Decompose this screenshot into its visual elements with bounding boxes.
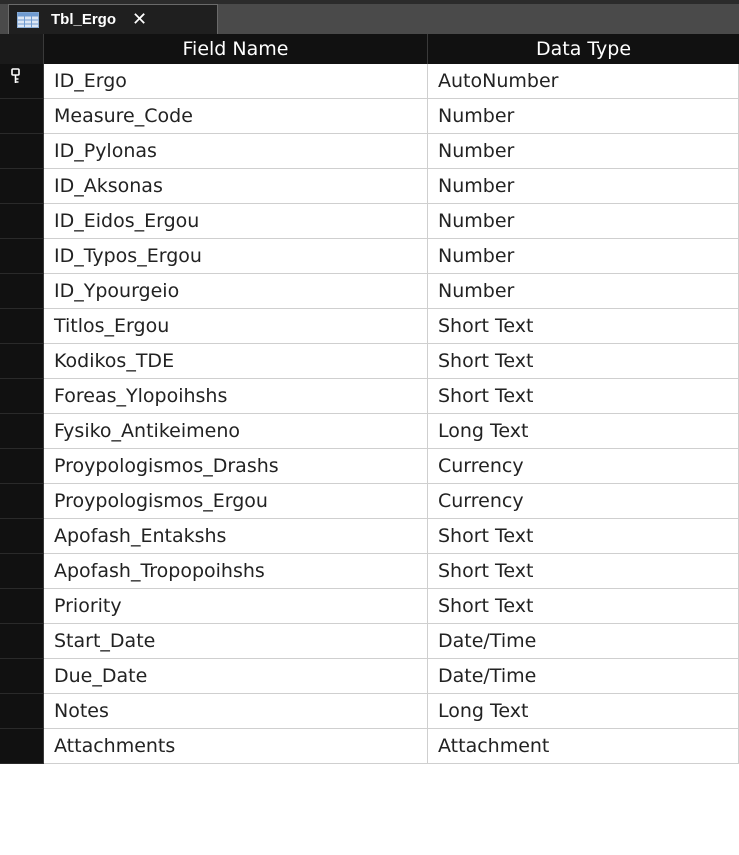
data-type-cell[interactable]: Short Text	[428, 379, 739, 414]
field-name-cell[interactable]: Measure_Code	[44, 99, 428, 134]
data-type-cell[interactable]: Short Text	[428, 519, 739, 554]
row-selector[interactable]	[0, 64, 44, 99]
table-icon	[17, 11, 39, 28]
field-name-cell[interactable]: ID_Eidos_Ergou	[44, 204, 428, 239]
row-selector[interactable]	[0, 239, 44, 274]
data-type-cell[interactable]: Currency	[428, 484, 739, 519]
table-row[interactable]: ID_Pylonas Number	[0, 134, 739, 169]
row-selector[interactable]	[0, 449, 44, 484]
table-row[interactable]: Due_Date Date/Time	[0, 659, 739, 694]
table-row[interactable]: Measure_Code Number	[0, 99, 739, 134]
table-row[interactable]: Fysiko_Antikeimeno Long Text	[0, 414, 739, 449]
column-header-field-name[interactable]: Field Name	[44, 34, 428, 64]
table-row[interactable]: ID_Eidos_Ergou Number	[0, 204, 739, 239]
data-type-cell[interactable]: Number	[428, 169, 739, 204]
field-name-cell[interactable]: Proypologismos_Ergou	[44, 484, 428, 519]
row-selector[interactable]	[0, 274, 44, 309]
grid-header-row: Field Name Data Type	[0, 34, 739, 64]
field-name-cell[interactable]: Attachments	[44, 729, 428, 764]
data-type-cell[interactable]: Short Text	[428, 589, 739, 624]
row-selector[interactable]	[0, 414, 44, 449]
field-name-cell[interactable]: Due_Date	[44, 659, 428, 694]
data-type-cell[interactable]: Date/Time	[428, 659, 739, 694]
row-selector[interactable]	[0, 659, 44, 694]
row-selector[interactable]	[0, 204, 44, 239]
table-row[interactable]: ID_Ypourgeio Number	[0, 274, 739, 309]
data-type-cell[interactable]: Currency	[428, 449, 739, 484]
row-selector[interactable]	[0, 134, 44, 169]
table-row[interactable]: ID_Ergo AutoNumber	[0, 64, 739, 99]
field-name-cell[interactable]: Apofash_Entakshs	[44, 519, 428, 554]
table-row[interactable]: Proypologismos_Ergou Currency	[0, 484, 739, 519]
row-selector[interactable]	[0, 99, 44, 134]
row-selector[interactable]	[0, 589, 44, 624]
close-icon[interactable]: ✕	[132, 10, 147, 29]
field-name-cell[interactable]: ID_Aksonas	[44, 169, 428, 204]
primary-key-icon	[11, 68, 20, 83]
table-row[interactable]: Apofash_Tropopoihshs Short Text	[0, 554, 739, 589]
data-type-cell[interactable]: Date/Time	[428, 624, 739, 659]
data-type-cell[interactable]: Long Text	[428, 694, 739, 729]
field-name-cell[interactable]: Foreas_Ylopoihshs	[44, 379, 428, 414]
row-selector[interactable]	[0, 694, 44, 729]
table-row[interactable]: ID_Aksonas Number	[0, 169, 739, 204]
row-selector[interactable]	[0, 344, 44, 379]
field-name-cell[interactable]: Priority	[44, 589, 428, 624]
row-selector[interactable]	[0, 484, 44, 519]
table-row[interactable]: Proypologismos_Drashs Currency	[0, 449, 739, 484]
data-type-cell[interactable]: Number	[428, 274, 739, 309]
field-name-cell[interactable]: Kodikos_TDE	[44, 344, 428, 379]
data-type-cell[interactable]: Short Text	[428, 344, 739, 379]
data-type-cell[interactable]: Number	[428, 204, 739, 239]
data-type-cell[interactable]: Number	[428, 239, 739, 274]
data-type-cell[interactable]: Number	[428, 134, 739, 169]
row-selector[interactable]	[0, 624, 44, 659]
row-selector[interactable]	[0, 309, 44, 344]
field-name-cell[interactable]: ID_Ergo	[44, 64, 428, 99]
field-name-cell[interactable]: Proypologismos_Drashs	[44, 449, 428, 484]
row-selector[interactable]	[0, 379, 44, 414]
field-name-cell[interactable]: ID_Ypourgeio	[44, 274, 428, 309]
table-row[interactable]: Start_Date Date/Time	[0, 624, 739, 659]
row-selector[interactable]	[0, 554, 44, 589]
document-tab-strip: Tbl_Ergo ✕	[0, 0, 739, 34]
field-name-cell[interactable]: Start_Date	[44, 624, 428, 659]
row-selector[interactable]	[0, 519, 44, 554]
table-row[interactable]: ID_Typos_Ergou Number	[0, 239, 739, 274]
table-design-grid: Field Name Data Type ID_Ergo AutoNumber Me…	[0, 34, 739, 855]
select-all-corner[interactable]	[0, 34, 44, 64]
field-name-cell[interactable]: Titlos_Ergou	[44, 309, 428, 344]
table-row[interactable]: Kodikos_TDE Short Text	[0, 344, 739, 379]
data-type-cell[interactable]: Long Text	[428, 414, 739, 449]
field-name-cell[interactable]: Fysiko_Antikeimeno	[44, 414, 428, 449]
row-selector[interactable]	[0, 729, 44, 764]
field-name-cell[interactable]: ID_Typos_Ergou	[44, 239, 428, 274]
table-row[interactable]: Priority Short Text	[0, 589, 739, 624]
field-name-cell[interactable]: Notes	[44, 694, 428, 729]
column-header-data-type[interactable]: Data Type	[428, 34, 739, 64]
data-type-cell[interactable]: Short Text	[428, 309, 739, 344]
data-type-cell[interactable]: Short Text	[428, 554, 739, 589]
table-row[interactable]: Apofash_Entakshs Short Text	[0, 519, 739, 554]
table-row[interactable]: Notes Long Text	[0, 694, 739, 729]
table-row[interactable]: Foreas_Ylopoihshs Short Text	[0, 379, 739, 414]
data-type-cell[interactable]: Number	[428, 99, 739, 134]
table-row[interactable]: Titlos_Ergou Short Text	[0, 309, 739, 344]
field-name-cell[interactable]: ID_Pylonas	[44, 134, 428, 169]
table-row[interactable]: Attachments Attachment	[0, 729, 739, 764]
field-name-cell[interactable]: Apofash_Tropopoihshs	[44, 554, 428, 589]
tab-title: Tbl_Ergo	[51, 11, 117, 28]
data-type-cell[interactable]: AutoNumber	[428, 64, 739, 99]
row-selector[interactable]	[0, 169, 44, 204]
data-type-cell[interactable]: Attachment	[428, 729, 739, 764]
field-rows: ID_Ergo AutoNumber Measure_Code Number ID_Py…	[0, 64, 739, 764]
tab-tbl-ergo[interactable]: Tbl_Ergo ✕	[8, 4, 218, 34]
